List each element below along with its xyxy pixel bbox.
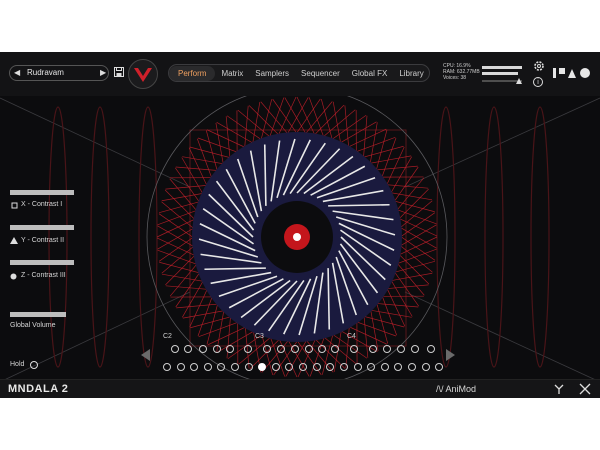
octave-up-button[interactable] xyxy=(446,349,456,361)
main-tabs: Perform Matrix Samplers Sequencer Global… xyxy=(168,64,430,82)
perspective-line xyxy=(404,97,600,188)
center-highlight xyxy=(293,233,301,241)
x-contrast-label: X - Contrast I xyxy=(21,201,63,208)
developer-logo: /\/ AniMod xyxy=(436,384,477,394)
note-key[interactable] xyxy=(263,345,271,353)
y-contrast-slider[interactable] xyxy=(10,225,74,230)
note-key[interactable] xyxy=(177,363,185,371)
note-key[interactable] xyxy=(367,363,375,371)
note-key[interactable] xyxy=(422,363,430,371)
hold-toggle[interactable] xyxy=(30,361,38,369)
z-contrast-label: Z - Contrast III xyxy=(21,272,66,279)
perspective-line xyxy=(0,97,191,188)
note-key[interactable] xyxy=(411,345,419,353)
note-key[interactable] xyxy=(231,363,239,371)
note-key[interactable] xyxy=(369,345,377,353)
note-key[interactable] xyxy=(190,363,198,371)
tab-sequencer[interactable]: Sequencer xyxy=(295,69,346,78)
note-key[interactable] xyxy=(408,363,416,371)
x-contrast-slider[interactable] xyxy=(10,190,74,195)
z-contrast-slider[interactable] xyxy=(10,260,74,265)
note-key[interactable] xyxy=(305,345,313,353)
tab-matrix[interactable]: Matrix xyxy=(215,69,249,78)
octave-label-c3: C3 xyxy=(255,333,264,340)
note-key[interactable] xyxy=(427,345,435,353)
note-key[interactable] xyxy=(277,345,285,353)
note-key[interactable] xyxy=(213,345,221,353)
note-key[interactable] xyxy=(217,363,225,371)
hold-label: Hold xyxy=(10,361,25,368)
note-key[interactable] xyxy=(350,345,358,353)
output-meter-right xyxy=(482,72,518,75)
note-key[interactable] xyxy=(340,363,348,371)
note-key[interactable] xyxy=(326,363,334,371)
preset-name: Rudravam xyxy=(27,68,64,77)
note-key[interactable] xyxy=(291,345,299,353)
perspective-line xyxy=(0,291,191,383)
note-key[interactable] xyxy=(383,345,391,353)
note-key[interactable] xyxy=(397,345,405,353)
output-meter-left xyxy=(482,66,522,69)
voices-readout: Voices: 38 xyxy=(443,75,467,81)
note-key[interactable] xyxy=(354,363,362,371)
note-key[interactable] xyxy=(285,363,293,371)
octave-label-c4: C4 xyxy=(347,333,356,340)
bottom-bar: MNDALA 2 /\/ AniMod xyxy=(0,379,600,398)
side-oval xyxy=(436,106,456,368)
square-shape-icon xyxy=(11,202,18,209)
note-key[interactable] xyxy=(318,345,326,353)
top-toolbar: ◀ Rudravam ▶ Perform Matrix Samplers Seq… xyxy=(0,52,600,96)
save-icon[interactable] xyxy=(114,67,124,77)
tools-icon[interactable] xyxy=(579,383,591,395)
prev-preset-button[interactable]: ◀ xyxy=(14,68,20,77)
circle-shape-icon xyxy=(10,273,17,280)
note-key[interactable] xyxy=(394,363,402,371)
tab-library[interactable]: Library xyxy=(393,69,429,78)
brand-logo-text: MNDALA 2 xyxy=(8,383,69,395)
note-key[interactable] xyxy=(272,363,280,371)
note-key[interactable] xyxy=(313,363,321,371)
note-key[interactable] xyxy=(184,345,192,353)
preset-selector[interactable]: ◀ Rudravam ▶ xyxy=(9,65,109,81)
note-key[interactable] xyxy=(331,345,339,353)
tuning-fork-icon[interactable] xyxy=(553,383,565,395)
note-key-active[interactable] xyxy=(258,363,266,371)
tab-global-fx[interactable]: Global FX xyxy=(346,69,394,78)
y-contrast-label: Y - Contrast II xyxy=(21,237,65,244)
octave-down-button[interactable] xyxy=(141,349,151,361)
side-oval xyxy=(90,106,110,368)
triangle-shape-icon xyxy=(10,237,18,244)
settings-gear-icon[interactable] xyxy=(533,60,545,72)
note-key[interactable] xyxy=(204,363,212,371)
note-key[interactable] xyxy=(199,345,207,353)
note-key[interactable] xyxy=(435,363,443,371)
global-volume-label: Global Volume xyxy=(10,322,56,329)
next-preset-button[interactable]: ▶ xyxy=(100,68,106,77)
shapes-mode-icon[interactable] xyxy=(552,66,592,80)
side-oval xyxy=(138,106,158,368)
tab-perform[interactable]: Perform xyxy=(169,65,216,81)
note-key[interactable] xyxy=(226,345,234,353)
mandala-logo xyxy=(128,59,158,89)
note-key[interactable] xyxy=(245,363,253,371)
performance-stats: CPU: 16.9% RAM: 632.77MB Voices: 38 xyxy=(443,63,480,81)
mandala-visualizer[interactable] xyxy=(0,52,600,398)
note-key[interactable] xyxy=(171,345,179,353)
note-key[interactable] xyxy=(299,363,307,371)
global-volume-slider[interactable] xyxy=(10,312,66,317)
octave-label-c2: C2 xyxy=(163,333,172,340)
side-oval xyxy=(530,106,550,368)
note-key[interactable] xyxy=(244,345,252,353)
mandala-plugin-window: ◀ Rudravam ▶ Perform Matrix Samplers Seq… xyxy=(0,52,600,398)
perspective-line xyxy=(404,291,600,383)
tab-samplers[interactable]: Samplers xyxy=(249,69,295,78)
master-volume-slider[interactable] xyxy=(482,78,524,84)
note-key[interactable] xyxy=(381,363,389,371)
info-icon[interactable]: i xyxy=(533,77,543,87)
note-key[interactable] xyxy=(163,363,171,371)
